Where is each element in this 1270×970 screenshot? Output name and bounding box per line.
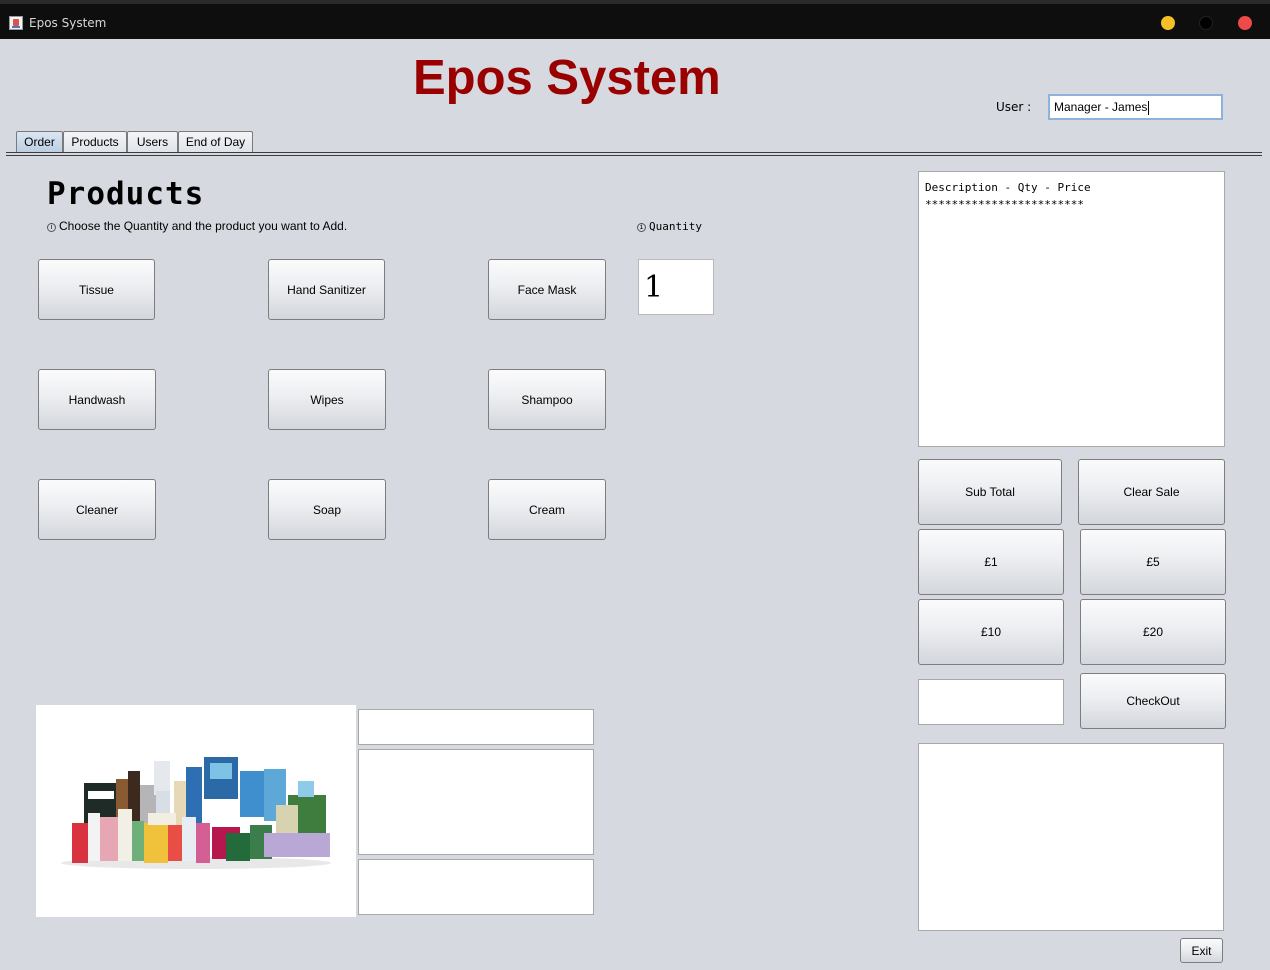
product-button-cream[interactable]: Cream <box>488 479 606 540</box>
close-button[interactable] <box>1238 16 1252 30</box>
product-price-field[interactable] <box>358 859 594 915</box>
product-name-field[interactable] <box>358 709 594 745</box>
quantity-input[interactable]: 1 <box>638 259 714 315</box>
user-label: User : <box>996 100 1032 114</box>
product-button-hand-sanitizer[interactable]: Hand Sanitizer <box>268 259 385 320</box>
product-button-wipes[interactable]: Wipes <box>268 369 386 430</box>
product-button-face-mask[interactable]: Face Mask <box>488 259 606 320</box>
sub-total-button[interactable]: Sub Total <box>918 459 1062 525</box>
java-app-icon <box>9 16 23 30</box>
minimize-button[interactable] <box>1161 16 1175 30</box>
products-hint: i Choose the Quantity and the product you… <box>47 219 347 233</box>
tab-order[interactable]: Order <box>16 131 63 153</box>
products-illustration <box>61 757 331 869</box>
user-field[interactable]: Manager - James <box>1048 94 1223 120</box>
receipt-divider: ************************ <box>925 198 1084 211</box>
quantity-label-text: Quantity <box>649 220 702 233</box>
receipt-header: Description - Qty - Price <box>925 181 1091 194</box>
product-button-shampoo[interactable]: Shampoo <box>488 369 606 430</box>
receipt-area[interactable]: Description - Qty - Price ***************… <box>918 171 1225 447</box>
cash-1-button[interactable]: £1 <box>918 529 1064 595</box>
product-button-handwash[interactable]: Handwash <box>38 369 156 430</box>
tab-products[interactable]: Products <box>63 131 127 153</box>
info-icon: i <box>47 223 56 232</box>
change-output-area[interactable] <box>918 743 1224 931</box>
products-title: Products <box>47 176 205 212</box>
text-caret <box>1148 100 1150 115</box>
quantity-label: i Quantity <box>637 220 702 233</box>
window-title: Epos System <box>29 16 107 30</box>
cash-5-button[interactable]: £5 <box>1080 529 1226 595</box>
payment-amount-field[interactable] <box>918 679 1064 725</box>
product-description-area[interactable] <box>358 749 594 855</box>
tab-users[interactable]: Users <box>127 131 178 153</box>
info-icon: i <box>637 223 646 232</box>
checkout-button[interactable]: CheckOut <box>1080 673 1226 729</box>
clear-sale-button[interactable]: Clear Sale <box>1078 459 1225 525</box>
product-button-tissue[interactable]: Tissue <box>38 259 155 320</box>
products-hint-text: Choose the Quantity and the product you … <box>59 219 348 233</box>
tab-end-of-day[interactable]: End of Day <box>178 131 253 153</box>
user-field-value: Manager - James <box>1054 100 1148 114</box>
product-button-cleaner[interactable]: Cleaner <box>38 479 156 540</box>
app-heading: Epos System <box>413 51 721 105</box>
cash-10-button[interactable]: £10 <box>918 599 1064 665</box>
cash-20-button[interactable]: £20 <box>1080 599 1226 665</box>
window-titlebar: Epos System <box>0 0 1270 39</box>
maximize-button[interactable] <box>1199 16 1213 30</box>
product-button-soap[interactable]: Soap <box>268 479 386 540</box>
tab-divider <box>6 152 1262 156</box>
exit-button[interactable]: Exit <box>1180 938 1223 963</box>
products-image <box>36 705 356 917</box>
